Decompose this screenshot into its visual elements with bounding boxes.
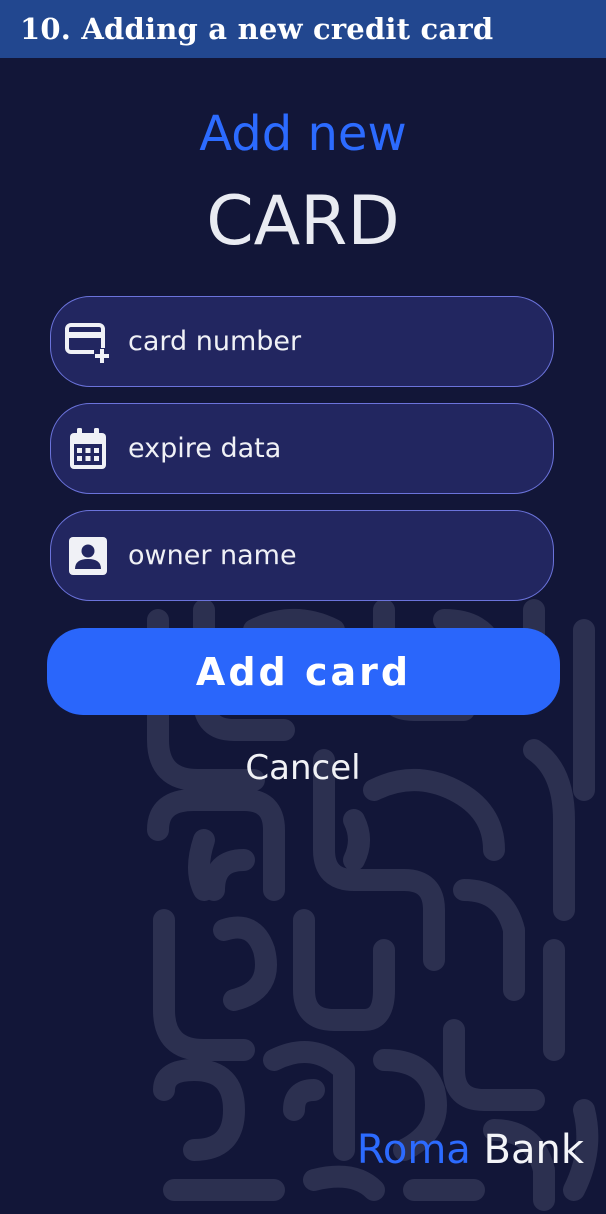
owner-name-input[interactable] — [128, 540, 518, 571]
caption-title: 10. Adding a new credit card — [20, 12, 494, 46]
person-badge-icon — [64, 532, 112, 580]
brand-roma: Roma — [356, 1127, 471, 1173]
expire-date-field[interactable] — [50, 403, 554, 494]
card-number-input[interactable] — [128, 326, 518, 357]
caption-bar: 10. Adding a new credit card — [0, 0, 606, 58]
expire-date-input[interactable] — [128, 433, 518, 464]
calendar-icon — [64, 425, 112, 473]
brand-logo: Roma Bank — [357, 1124, 584, 1176]
screen: 10. Adding a new credit card Add new CAR — [0, 0, 606, 1214]
card-number-field[interactable] — [50, 296, 554, 387]
heading-add-new: Add new — [199, 106, 407, 162]
brand-bank: Bank — [483, 1127, 584, 1173]
owner-name-field[interactable] — [50, 510, 554, 601]
add-card-button[interactable]: Add card — [47, 628, 560, 715]
cancel-button[interactable]: Cancel — [203, 742, 403, 794]
heading-card: CARD — [206, 182, 400, 261]
add-card-icon — [64, 318, 112, 366]
